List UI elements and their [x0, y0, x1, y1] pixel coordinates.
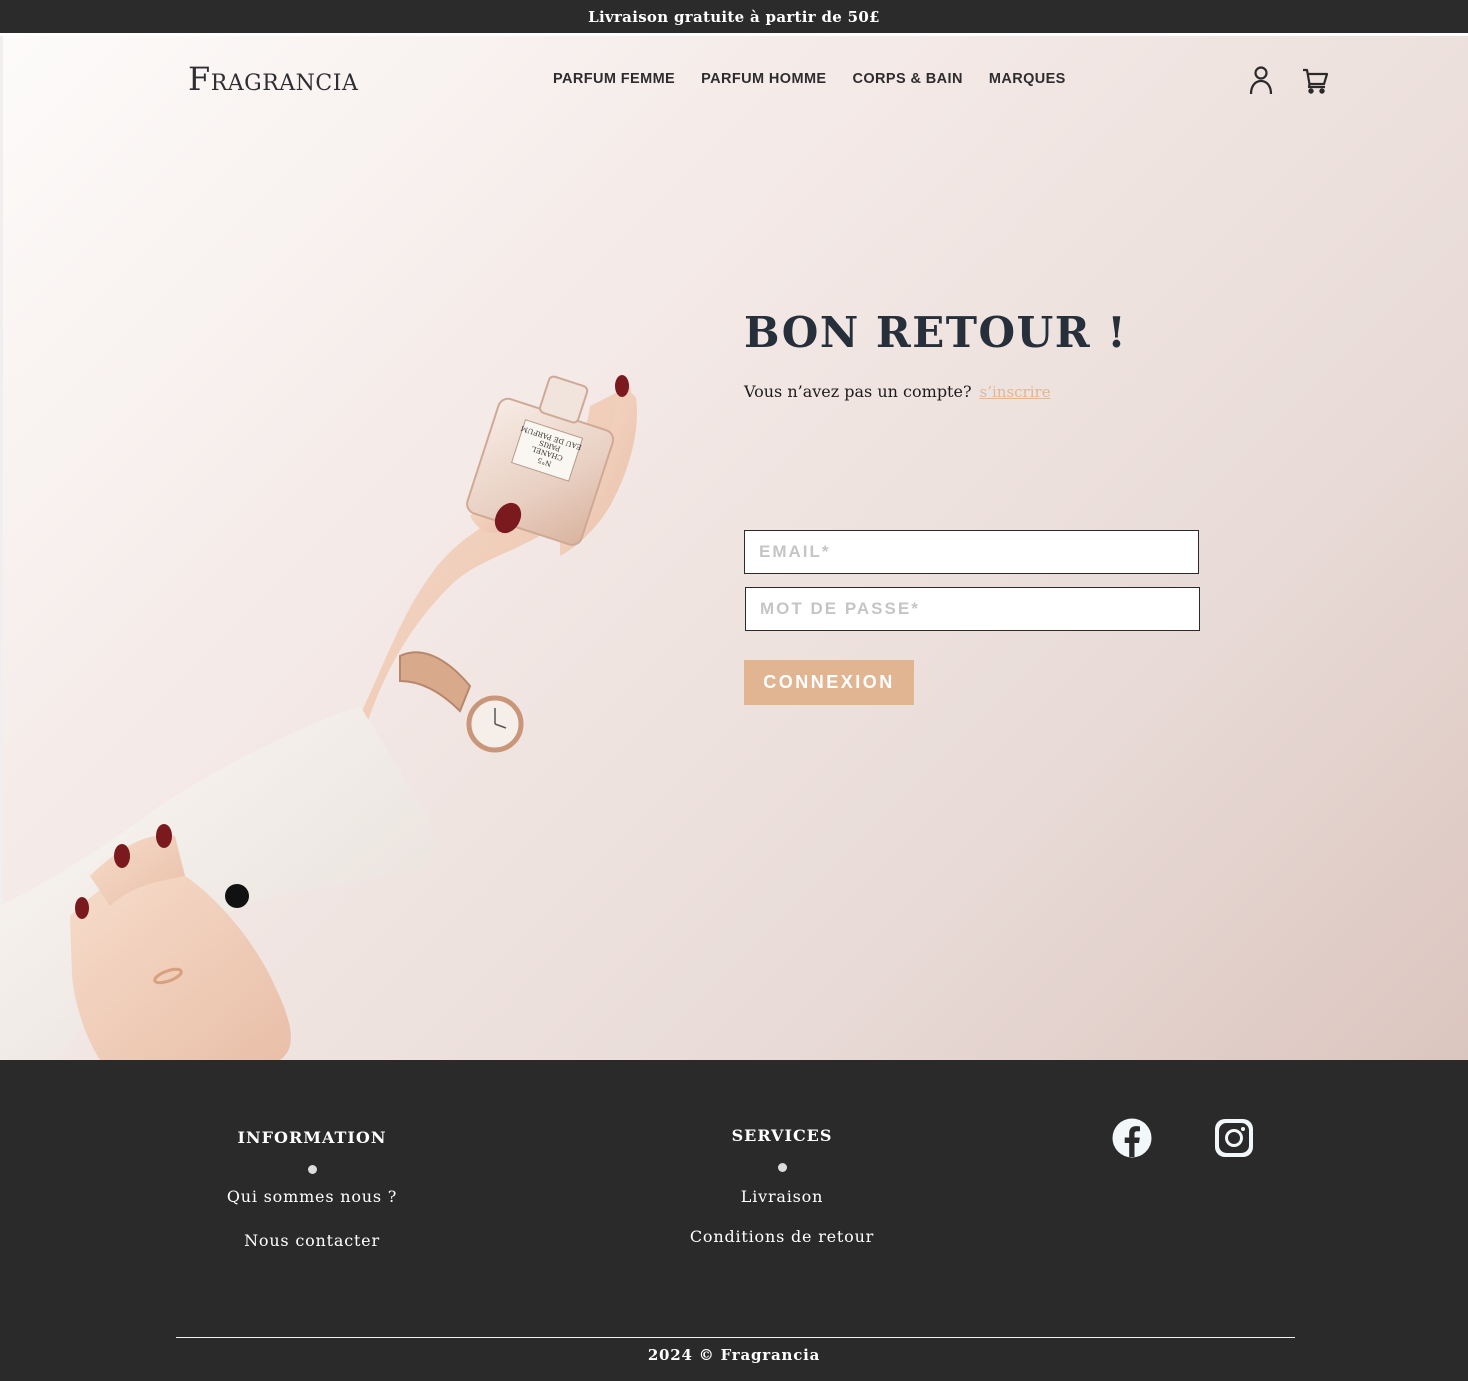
login-panel: BON RETOUR ! Vous n’avez pas un compte? …	[744, 308, 1204, 705]
signup-link[interactable]: s’inscrire	[980, 383, 1051, 401]
footer-link-contact[interactable]: Nous contacter	[212, 1231, 412, 1250]
cart-icon[interactable]	[1299, 64, 1331, 96]
hero-section: Fragrancia PARFUM FEMME PARFUM HOMME COR…	[0, 36, 1468, 1060]
nav-parfum-femme[interactable]: PARFUM FEMME	[553, 71, 675, 87]
signup-line: Vous n’avez pas un compte? s’inscrire	[744, 382, 1204, 401]
login-title: BON RETOUR !	[744, 308, 1128, 357]
instagram-icon[interactable]	[1214, 1118, 1254, 1158]
footer-divider	[176, 1337, 1295, 1338]
nav-marques[interactable]: MARQUES	[989, 71, 1066, 87]
user-icon[interactable]	[1245, 64, 1277, 96]
footer-information: INFORMATION Qui sommes nous ? Nous conta…	[212, 1128, 412, 1250]
nav-corps-bain[interactable]: CORPS & BAIN	[853, 71, 963, 87]
perfume-hands-illustration: N°5 CHANEL PARIS EAU DE PARFUM	[0, 375, 637, 1060]
footer-services-title: SERVICES	[731, 1126, 833, 1145]
footer-link-delivery[interactable]: Livraison	[682, 1187, 882, 1206]
no-account-text: Vous n’avez pas un compte?	[744, 382, 972, 401]
promo-text: Livraison gratuite à partir de 50£	[588, 7, 880, 26]
footer-link-returns[interactable]: Conditions de retour	[682, 1227, 882, 1246]
main-nav: PARFUM FEMME PARFUM HOMME CORPS & BAIN M…	[553, 71, 1092, 87]
site-header: Fragrancia PARFUM FEMME PARFUM HOMME COR…	[0, 36, 1468, 126]
footer-dot	[777, 1163, 787, 1172]
footer-information-title: INFORMATION	[237, 1128, 387, 1147]
copyright: 2024 © Fragrancia	[647, 1346, 821, 1364]
site-footer: INFORMATION Qui sommes nous ? Nous conta…	[0, 1060, 1468, 1381]
footer-link-about[interactable]: Qui sommes nous ?	[212, 1187, 412, 1206]
facebook-icon[interactable]	[1112, 1118, 1152, 1158]
email-input[interactable]	[744, 530, 1199, 574]
password-input[interactable]	[745, 587, 1200, 631]
site-logo[interactable]: Fragrancia	[188, 60, 358, 98]
footer-dot	[307, 1165, 317, 1174]
footer-services: SERVICES Livraison Conditions de retour	[682, 1126, 882, 1246]
nav-parfum-homme[interactable]: PARFUM HOMME	[701, 71, 826, 87]
login-button[interactable]: CONNEXION	[744, 660, 914, 705]
promo-bar: Livraison gratuite à partir de 50£	[0, 0, 1468, 33]
